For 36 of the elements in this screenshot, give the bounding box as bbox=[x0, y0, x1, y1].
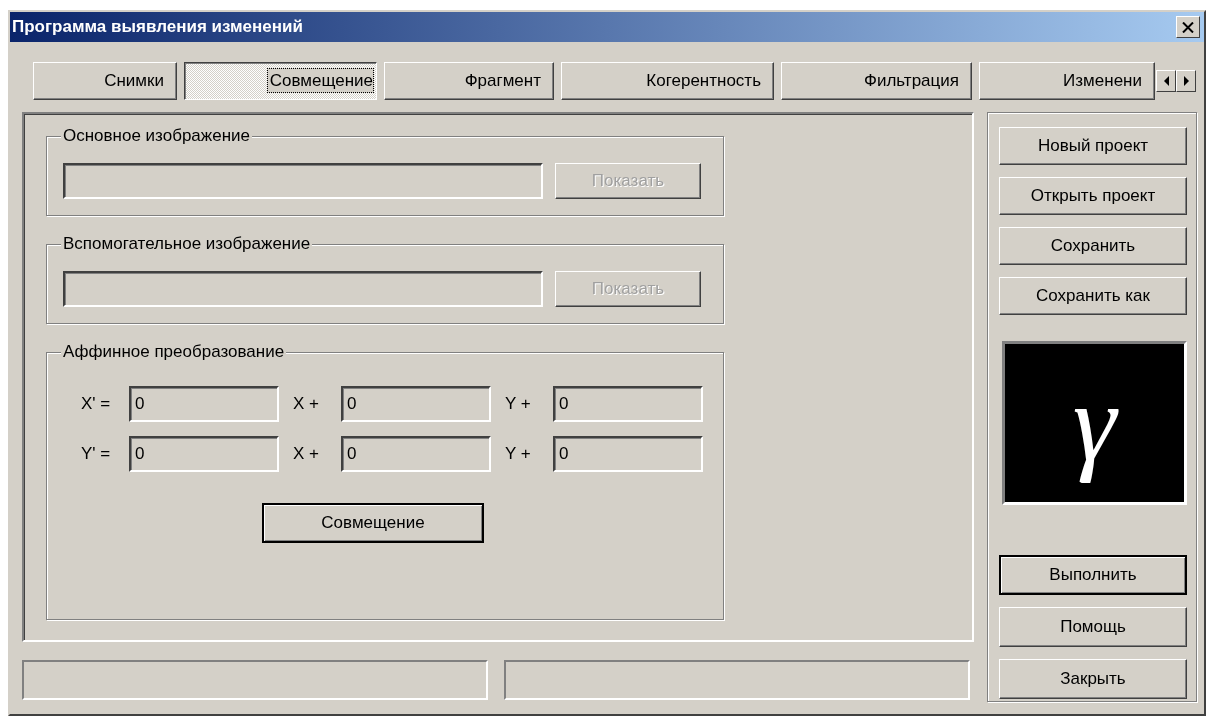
tab[interactable]: Снимки bbox=[33, 62, 177, 100]
project-button[interactable]: Открыть проект bbox=[999, 177, 1187, 215]
coefficient-field[interactable]: 0 bbox=[553, 386, 703, 422]
term-label: Y + bbox=[505, 444, 532, 464]
close-button[interactable] bbox=[1176, 16, 1200, 38]
tab[interactable]: Фильтрация bbox=[781, 62, 972, 100]
coefficient-field[interactable]: 0 bbox=[341, 386, 491, 422]
close-icon bbox=[1182, 21, 1194, 33]
group-title: Аффинное преобразование bbox=[61, 342, 287, 362]
align-button[interactable]: Совмещение bbox=[262, 503, 484, 543]
scroll-right-icon bbox=[1181, 74, 1191, 88]
term-label: Y + bbox=[505, 394, 532, 414]
coefficient-field[interactable]: 0 bbox=[129, 436, 279, 472]
tab[interactable]: Когерентность bbox=[561, 62, 774, 100]
term-label: Y' = bbox=[81, 444, 112, 464]
window-title: Программа выявления изменений bbox=[12, 17, 303, 37]
group-title: Основное изображение bbox=[61, 126, 252, 146]
action-button[interactable]: Выполнить bbox=[999, 555, 1187, 595]
action-button[interactable]: Закрыть bbox=[999, 659, 1187, 699]
project-button[interactable]: Сохранить как bbox=[999, 277, 1187, 315]
term-label: X + bbox=[293, 444, 320, 464]
scroll-right-button[interactable] bbox=[1176, 70, 1196, 92]
group-title: Вспомогательное изображение bbox=[61, 234, 313, 254]
coefficient-field[interactable]: 0 bbox=[553, 436, 703, 472]
scroll-left-button[interactable] bbox=[1156, 70, 1176, 92]
term-label: X' = bbox=[81, 394, 112, 414]
action-button[interactable]: Помощь bbox=[999, 607, 1187, 647]
tab[interactable]: Изменени bbox=[979, 62, 1155, 100]
tab[interactable]: Совмещение bbox=[184, 62, 377, 100]
project-button[interactable]: Новый проект bbox=[999, 127, 1187, 165]
coefficient-field[interactable]: 0 bbox=[341, 436, 491, 472]
project-button[interactable]: Сохранить bbox=[999, 227, 1187, 265]
tab[interactable]: Фрагмент bbox=[384, 62, 554, 100]
coefficient-field[interactable]: 0 bbox=[129, 386, 279, 422]
term-label: X + bbox=[293, 394, 320, 414]
logo-symbol: γ bbox=[1071, 361, 1120, 486]
